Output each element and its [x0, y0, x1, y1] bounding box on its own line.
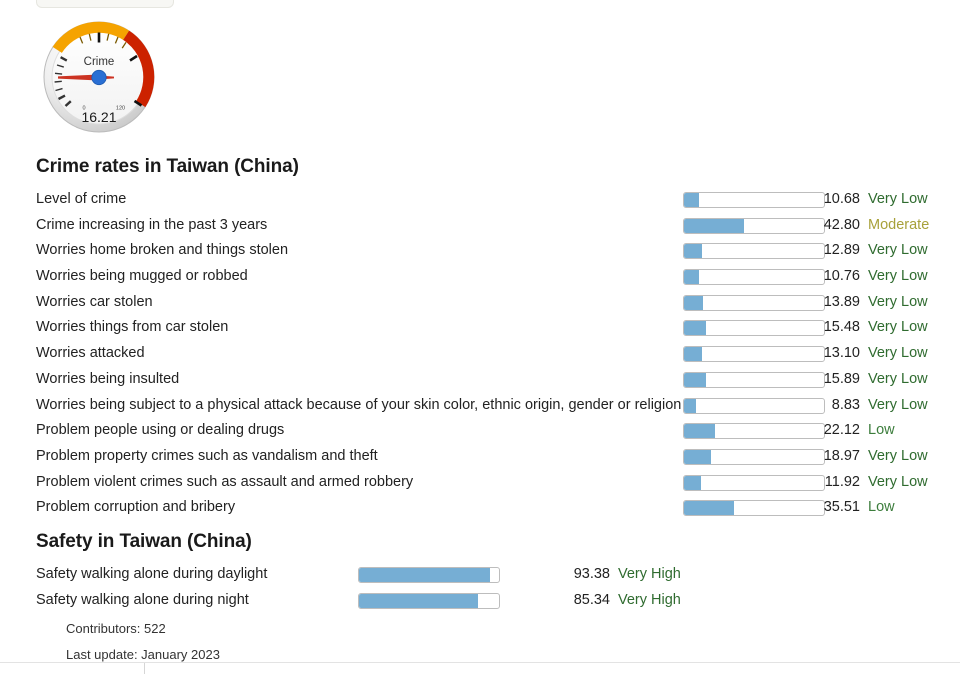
crime-value: 13.10: [823, 345, 860, 362]
crime-value: 10.68: [823, 191, 860, 207]
crime-row: Worries car stolen 13.89 Very Low: [0, 291, 960, 317]
crime-bar-fill: [684, 449, 711, 464]
safety-rating: Very High: [618, 566, 681, 582]
crime-value: 35.51: [823, 499, 860, 516]
crime-bar-fill: [684, 501, 734, 516]
crime-bar-fill: [684, 244, 703, 259]
crime-label: Crime increasing in the past 3 years: [36, 216, 268, 233]
contributors-text: Contributors: 522: [66, 621, 166, 636]
crime-rating: Moderate: [868, 216, 930, 233]
crime-bar-fill: [684, 347, 703, 362]
gauge-hub: [91, 69, 107, 86]
crime-label: Problem corruption and bribery: [36, 499, 236, 516]
safety-rating: Very High: [618, 591, 681, 608]
crime-label: Worries being subject to a physical atta…: [36, 396, 682, 413]
crime-rating: Low: [868, 422, 895, 439]
crime-rating: Very Low: [868, 396, 928, 413]
gauge-value: 16.21: [81, 109, 116, 125]
safety-label: Safety walking alone during night: [36, 591, 249, 608]
crime-row: Worries things from car stolen 15.48 Very …: [0, 316, 960, 342]
crime-rating: Very Low: [868, 473, 928, 490]
crime-rating: Very Low: [868, 191, 928, 207]
safety-row: Safety walking alone during daylight 93.3…: [0, 563, 960, 589]
crime-bar-fill: [684, 295, 704, 310]
gauge-title: Crime: [84, 56, 115, 68]
crime-value: 15.89: [823, 370, 860, 387]
crime-label: Worries attacked: [36, 345, 145, 362]
crime-rates-list: Level of crime 10.68 Very Low Crime increas…: [0, 188, 960, 522]
crime-rating: Very Low: [868, 319, 928, 336]
crime-label: Problem people using or dealing drugs: [36, 422, 285, 439]
crime-bar-fill: [684, 475, 701, 490]
safety-bar-track: [358, 567, 500, 583]
safety-value: 93.38: [573, 566, 610, 582]
gauge-svg: 0 120 Crime 16.21: [43, 21, 155, 133]
crime-bar-fill: [684, 218, 744, 233]
gauge-max-label: 120: [116, 106, 125, 112]
safety-bar-fill: [359, 568, 490, 582]
safety-value: 85.34: [573, 591, 610, 608]
crime-value: 8.83: [831, 396, 860, 413]
crime-index-gauge: 0 120 Crime 16.21: [42, 20, 156, 134]
crime-value: 22.12: [823, 422, 860, 439]
crime-rating: Very Low: [868, 370, 928, 387]
crime-value: 10.76: [823, 268, 860, 285]
crime-row: Worries being insulted 15.89 Very Low: [0, 368, 960, 394]
crime-rating: Very Low: [868, 447, 928, 464]
crime-bar-fill: [684, 398, 697, 413]
crime-section-title: Crime rates in Taiwan (China): [36, 156, 299, 177]
crime-value: 15.48: [823, 319, 860, 336]
crime-label: Problem property crimes such as vandalis…: [36, 447, 378, 464]
crime-bar-fill: [684, 372, 707, 387]
crime-row: Worries being subject to a physical atta…: [0, 394, 960, 420]
crime-rating: Very Low: [868, 242, 928, 259]
crime-row: Problem property crimes such as vandalis…: [0, 445, 960, 471]
crime-rating: Very Low: [868, 268, 928, 285]
crime-row: Problem people using or dealing drugs 22.…: [0, 419, 960, 445]
crime-label: Level of crime: [36, 191, 127, 207]
safety-bar-fill: [359, 593, 479, 608]
crime-row: Level of crime 10.68 Very Low: [0, 188, 960, 214]
crime-bar-fill: [684, 193, 699, 207]
crime-label: Worries being insulted: [36, 370, 180, 387]
crime-row: Crime increasing in the past 3 years 42.8…: [0, 214, 960, 240]
top-clipped-panel: [36, 0, 174, 8]
crime-row: Worries attacked 13.10 Very Low: [0, 342, 960, 368]
crime-value: 42.80: [823, 216, 860, 233]
crime-bar-fill: [684, 321, 706, 336]
crime-value: 13.89: [823, 293, 860, 310]
safety-bar-track: [358, 592, 500, 609]
crime-rating: Very Low: [868, 345, 928, 362]
safety-list: Safety walking alone during daylight 93.3…: [0, 563, 960, 614]
crime-rating: Low: [868, 499, 895, 516]
crime-label: Worries home broken and things stolen: [36, 242, 289, 259]
crime-label: Worries being mugged or robbed: [36, 268, 248, 285]
crime-rating: Very Low: [868, 293, 928, 310]
crime-row: Problem corruption and bribery 35.51 Low: [0, 496, 960, 522]
crime-bar-fill: [684, 270, 700, 285]
crime-value: 12.89: [823, 242, 860, 259]
safety-label: Safety walking alone during daylight: [36, 566, 268, 582]
crime-bar-fill: [684, 424, 715, 439]
crime-row: Worries being mugged or robbed 10.76 Very …: [0, 265, 960, 291]
crime-label: Problem violent crimes such as assault a…: [36, 473, 414, 490]
crime-label: Worries car stolen: [36, 293, 153, 310]
crime-row: Problem violent crimes such as assault a…: [0, 471, 960, 497]
bottom-vertical-rule: [144, 663, 145, 674]
crime-row: Worries home broken and things stolen 12.…: [0, 239, 960, 265]
crime-label: Worries things from car stolen: [36, 319, 229, 336]
last-update-text: Last update: January 2023: [66, 647, 220, 662]
safety-row: Safety walking alone during night 85.34 Ve…: [0, 589, 960, 615]
crime-value: 11.92: [824, 473, 860, 490]
safety-section-title: Safety in Taiwan (China): [36, 531, 252, 552]
crime-value: 18.97: [823, 447, 860, 464]
